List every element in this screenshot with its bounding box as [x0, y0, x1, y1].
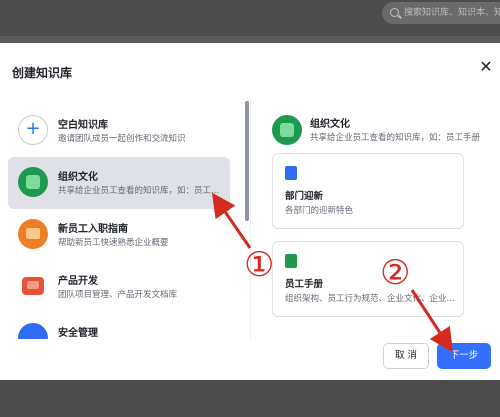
template-name: 空白知识库: [58, 120, 108, 131]
template-desc: 团队项目管理、产品开发文档库: [58, 290, 178, 300]
template-list-scrollbar[interactable]: [245, 101, 249, 221]
template-desc: 共享给企业员工查看的知识库，如：员工...: [58, 186, 220, 196]
plus-icon: +: [18, 115, 48, 145]
template-item-blank[interactable]: + 空白知识库 邀请团队成员一起创作和交流知识: [8, 105, 230, 157]
search-placeholder: 搜索知识库、知识本、知识...: [404, 8, 500, 18]
doc-icon: [285, 166, 297, 180]
bookmark-icon: [285, 254, 297, 268]
template-item-security[interactable]: 安全管理: [8, 313, 230, 339]
page-title: 部门迎新: [285, 191, 324, 202]
preview-culture-icon: [272, 115, 302, 145]
template-name: 安全管理: [58, 328, 98, 339]
preview-title: 组织文化: [310, 119, 350, 130]
template-item-onboarding[interactable]: 新员工入职指南 帮助新员工快速熟悉企业概要: [8, 209, 230, 261]
template-desc: 帮助新员工快速熟悉企业概要: [58, 238, 169, 248]
preview-desc: 共享给企业员工查看的知识库，如：员工手册: [310, 133, 481, 143]
annotation-marker-1: ①: [244, 245, 275, 285]
page-desc: 组织架构、员工行为规范、企业文化、企业...: [285, 294, 455, 304]
template-name: 新员工入职指南: [58, 224, 128, 235]
search-icon: [390, 8, 399, 17]
template-desc: 邀请团队成员一起创作和交流知识: [58, 134, 186, 144]
product-icon: [18, 271, 48, 301]
global-search-box[interactable]: 搜索知识库、知识本、知识...: [382, 2, 500, 24]
template-name: 组织文化: [58, 172, 98, 183]
close-icon[interactable]: ✕: [477, 58, 495, 76]
app-top-bar: 搜索知识库、知识本、知识...: [0, 0, 500, 36]
template-list: + 空白知识库 邀请团队成员一起创作和交流知识 组织文化 共享给企业员工查看的知…: [0, 101, 240, 339]
preview-page-card: 员工手册 组织架构、员工行为规范、企业文化、企业...: [272, 241, 464, 317]
template-name: 产品开发: [58, 276, 98, 287]
culture-icon: [18, 167, 48, 197]
dialog-title: 创建知识库: [12, 66, 73, 80]
template-item-culture[interactable]: 组织文化 共享给企业员工查看的知识库，如：员工...: [8, 157, 230, 209]
next-button[interactable]: 下一步: [437, 343, 491, 369]
create-knowledge-base-dialog: 创建知识库 ✕ + 空白知识库 邀请团队成员一起创作和交流知识 组织文化 共享给…: [0, 43, 500, 380]
onboarding-icon: [18, 219, 48, 249]
cancel-button[interactable]: 取 消: [383, 343, 429, 369]
page-desc: 各部门的迎新特色: [285, 206, 354, 216]
annotation-marker-2: ②: [380, 253, 411, 293]
page-title: 员工手册: [285, 279, 324, 290]
template-item-product[interactable]: 产品开发 团队项目管理、产品开发文档库: [8, 261, 230, 313]
panel-divider: [250, 101, 251, 339]
preview-page-card: 部门迎新 各部门的迎新特色: [272, 153, 464, 229]
backdrop-bottom: [0, 380, 500, 417]
security-icon: [18, 323, 48, 339]
